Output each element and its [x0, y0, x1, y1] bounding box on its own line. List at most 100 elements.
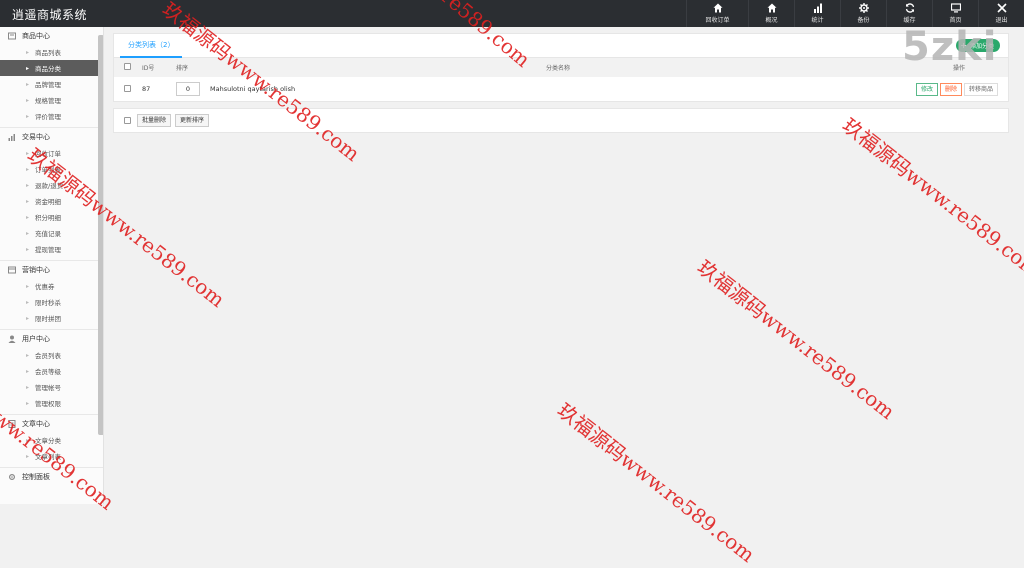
nav-overview[interactable]: 概况 — [748, 0, 794, 27]
close-icon — [996, 3, 1007, 13]
nav-logout[interactable]: 退出 — [978, 0, 1024, 27]
sidebar-item-label: 管理权限 — [35, 400, 62, 408]
sidebar-item-article-list[interactable]: ▸ 文章列表 — [0, 448, 103, 464]
top-bar: 逍遥商城系统 回收订单 概况 统计 备份 缓存 首页 退出 — [0, 0, 1024, 27]
sidebar-item-spec[interactable]: ▸ 规格管理 — [0, 92, 103, 108]
chevron-right-icon: ▸ — [26, 314, 30, 322]
bulk-delete-button[interactable]: 批量删除 — [137, 114, 172, 127]
app-title: 逍遥商城系统 — [12, 8, 88, 22]
sidebar-item-coupons[interactable]: ▸ 优惠券 — [0, 278, 103, 294]
chevron-right-icon: ▸ — [26, 351, 30, 359]
sidebar-item-flash-sale[interactable]: ▸ 限时秒杀 — [0, 294, 103, 310]
chevron-right-icon: ▸ — [26, 165, 30, 173]
sidebar-scrollbar[interactable] — [98, 35, 103, 435]
sidebar-item-label: 评价管理 — [35, 113, 62, 121]
sidebar-item-refunds[interactable]: ▸ 退款/退货 — [0, 177, 103, 193]
sidebar: 商品中心 ▸ 商品列表 ▸ 商品分类 ▸ 品牌管理 ▸ 规格管理 ▸ 评价管理 交易中心 … — [0, 27, 104, 504]
chevron-right-icon: ▸ — [26, 245, 30, 253]
nav-recycle-orders[interactable]: 回收订单 — [686, 0, 748, 27]
sidebar-item-label: 优惠券 — [35, 283, 55, 291]
chevron-right-icon: ▸ — [26, 367, 30, 375]
sidebar-item-label: 会员等级 — [35, 368, 62, 376]
gear-icon — [858, 3, 869, 13]
chevron-right-icon: ▸ — [26, 298, 30, 306]
sidebar-group-head[interactable]: 交易中心 — [0, 128, 103, 145]
sidebar-group-label: 交易中心 — [22, 132, 50, 141]
watermark: 玖福源码www.re589.com — [552, 398, 760, 567]
sidebar-item-withdraw[interactable]: ▸ 提现管理 — [0, 241, 103, 257]
article-icon — [8, 419, 16, 428]
monitor-icon — [950, 3, 961, 13]
sidebar-group-head[interactable]: 商品中心 — [0, 27, 103, 44]
chevron-right-icon: ▸ — [26, 213, 30, 221]
sidebar-item-label: 限时拼团 — [35, 315, 62, 323]
chevron-right-icon: ▸ — [26, 399, 30, 407]
row-checkbox[interactable] — [124, 84, 131, 92]
sidebar-item-label: 充值记录 — [35, 230, 62, 238]
update-order-button[interactable]: 更新排序 — [175, 114, 210, 127]
sidebar-item-label: 积分明细 — [35, 214, 62, 222]
category-card: 分类列表（2） + 添加分类 ID号 排序 分类名称 操作 87 0 Mahsu… — [113, 33, 1009, 102]
watermark: 玖福源码www.re589.com — [692, 255, 900, 424]
sidebar-item-label: 管理帐号 — [35, 384, 62, 392]
sidebar-item-product-list[interactable]: ▸ 商品列表 — [0, 44, 103, 60]
col-order: 排序 — [176, 65, 189, 72]
table-row: 87 0 Mahsulotni qaytarish olish 修改 删除 转移商品 — [114, 77, 1008, 101]
sidebar-group-products: 商品中心 ▸ 商品列表 ▸ 商品分类 ▸ 品牌管理 ▸ 规格管理 ▸ 评价管理 — [0, 27, 103, 128]
col-name: 分类名称 — [545, 65, 570, 72]
sidebar-item-article-categories[interactable]: ▸ 文章分类 — [0, 432, 103, 448]
row-select-cell — [114, 77, 142, 101]
sidebar-group-control-panel: 控制面板 — [0, 468, 103, 488]
nav-label: 缓存 — [903, 17, 916, 24]
order-input[interactable]: 0 — [176, 82, 200, 96]
sidebar-item-points[interactable]: ▸ 积分明细 — [0, 209, 103, 225]
sidebar-item-funds[interactable]: ▸ 资金明细 — [0, 193, 103, 209]
sidebar-item-admin-accounts[interactable]: ▸ 管理帐号 — [0, 379, 103, 395]
nav-backup[interactable]: 备份 — [840, 0, 886, 27]
sidebar-group-head[interactable]: 控制面板 — [0, 468, 103, 485]
move-products-button[interactable]: 转移商品 — [963, 82, 998, 96]
sidebar-item-label: 商品分类 — [35, 65, 62, 73]
edit-button[interactable]: 修改 — [915, 82, 938, 96]
sidebar-group-trade: 交易中心 ▸ 回收订单 ▸ 订单列表 ▸ 退款/退货 ▸ 资金明细 ▸ 积分明细 ▸ 充值记… — [0, 128, 103, 261]
cell-name: Mahsulotni qaytarish olish — [210, 85, 296, 93]
sidebar-group-label: 控制面板 — [22, 472, 50, 481]
bulk-select-checkbox[interactable] — [124, 117, 131, 124]
sidebar-item-product-category[interactable]: ▸ 商品分类 — [0, 60, 103, 76]
sidebar-item-label: 回收订单 — [35, 150, 62, 158]
nav-statistics[interactable]: 统计 — [794, 0, 840, 27]
chevron-right-icon: ▸ — [26, 64, 30, 72]
select-all-checkbox[interactable] — [124, 63, 131, 70]
sidebar-item-orders[interactable]: ▸ 订单列表 — [0, 161, 103, 177]
tab-category-list[interactable]: 分类列表（2） — [120, 34, 183, 58]
sidebar-group-articles: 文章中心 ▸ 文章分类 ▸ 文章列表 — [0, 415, 103, 468]
bar-chart-icon — [813, 3, 822, 13]
sidebar-group-head[interactable]: 文章中心 — [0, 415, 103, 432]
col-id: ID号 — [142, 65, 155, 72]
sidebar-item-group-buy[interactable]: ▸ 限时拼团 — [0, 310, 103, 326]
sidebar-item-admin-permissions[interactable]: ▸ 管理权限 — [0, 395, 103, 411]
cell-order: 0 — [176, 77, 206, 101]
sidebar-item-brand[interactable]: ▸ 品牌管理 — [0, 76, 103, 92]
home-icon — [767, 3, 776, 13]
marketing-icon — [8, 266, 16, 274]
nav-label: 概况 — [765, 17, 778, 24]
sidebar-group-head[interactable]: 用户中心 — [0, 330, 103, 347]
home-icon — [713, 3, 722, 13]
sidebar-group-label: 文章中心 — [22, 419, 50, 428]
sidebar-item-review[interactable]: ▸ 评价管理 — [0, 108, 103, 124]
table-header-row: ID号 排序 分类名称 操作 — [114, 58, 1008, 77]
nav-cache[interactable]: 缓存 — [886, 0, 932, 27]
sidebar-group-label: 商品中心 — [22, 31, 50, 40]
sidebar-item-recycle-orders[interactable]: ▸ 回收订单 — [0, 145, 103, 161]
cell-id: 87 — [142, 85, 151, 93]
sidebar-item-recharge[interactable]: ▸ 充值记录 — [0, 225, 103, 241]
sidebar-group-head[interactable]: 营销中心 — [0, 261, 103, 278]
sidebar-item-member-levels[interactable]: ▸ 会员等级 — [0, 363, 103, 379]
sidebar-item-members[interactable]: ▸ 会员列表 — [0, 347, 103, 363]
chevron-right-icon: ▸ — [26, 181, 30, 189]
sidebar-item-label: 商品列表 — [35, 49, 62, 57]
nav-home[interactable]: 首页 — [932, 0, 978, 27]
sidebar-group-users: 用户中心 ▸ 会员列表 ▸ 会员等级 ▸ 管理帐号 ▸ 管理权限 — [0, 330, 103, 415]
delete-button[interactable]: 删除 — [939, 82, 962, 96]
